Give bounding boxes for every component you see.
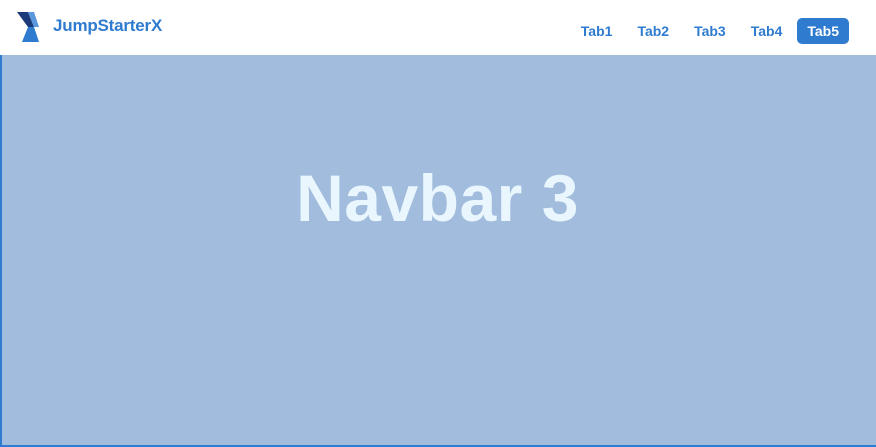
tab-3[interactable]: Tab3	[684, 18, 736, 44]
navbar: JumpStarterX Tab1 Tab2 Tab3 Tab4 Tab5	[0, 0, 876, 55]
tab-1[interactable]: Tab1	[571, 18, 623, 44]
brand-link[interactable]: JumpStarterX	[17, 12, 162, 42]
hero-title: Navbar 3	[296, 161, 579, 236]
nav-tabs: Tab1 Tab2 Tab3 Tab4 Tab5	[571, 18, 849, 44]
tab-5[interactable]: Tab5	[797, 18, 849, 44]
hero-section: Navbar 3	[0, 55, 876, 447]
tab-2[interactable]: Tab2	[627, 18, 679, 44]
brand-name: JumpStarterX	[53, 15, 163, 35]
jumpstarterx-logo-icon	[17, 12, 39, 42]
tab-4[interactable]: Tab4	[741, 18, 793, 44]
